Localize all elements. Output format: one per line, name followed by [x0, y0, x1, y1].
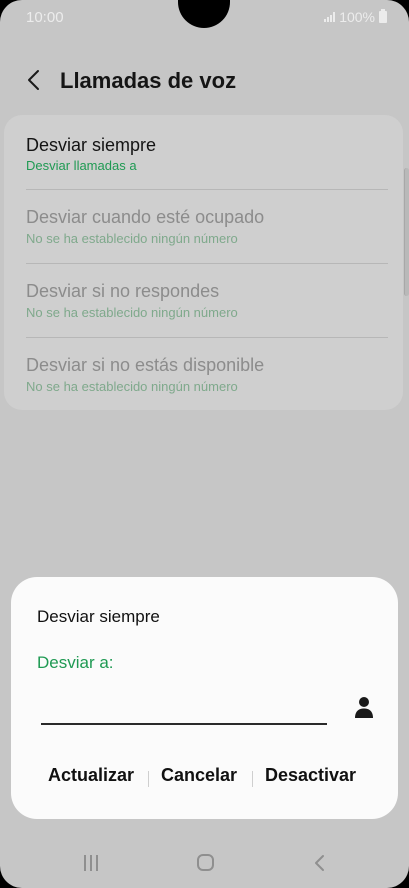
camera-notch: [178, 0, 230, 28]
divider: [26, 263, 388, 264]
home-icon[interactable]: [197, 854, 214, 871]
status-time: 10:00: [26, 9, 64, 26]
item-title: Desviar siempre: [26, 135, 157, 155]
item-subtitle: No se ha establecido ningún número: [26, 379, 238, 394]
item-title: Desviar si no estás disponible: [26, 355, 265, 375]
forward-options-list: Desviar siempre Desviar llamadas a Desvi…: [4, 115, 403, 410]
chevron-left-icon[interactable]: [24, 68, 46, 92]
scrollbar[interactable]: [404, 168, 409, 296]
update-button[interactable]: Actualizar: [48, 765, 134, 786]
item-title: Desviar si no respondes: [26, 281, 220, 301]
signal-icon: [324, 12, 336, 22]
dialog-title: Desviar siempre: [37, 607, 160, 626]
cancel-button[interactable]: Cancelar: [161, 765, 237, 786]
forward-to-label: Desviar a:: [37, 653, 114, 672]
button-separator: [148, 771, 149, 787]
battery-percent: 100%: [339, 9, 375, 25]
button-separator: [252, 771, 253, 787]
battery-icon: [379, 9, 387, 23]
item-title: Desviar cuando esté ocupado: [26, 207, 265, 227]
status-bar: 10:00 100%: [0, 0, 409, 34]
list-item-forward-unreachable[interactable]: Desviar si no estás disponible No se ha …: [26, 349, 392, 423]
deactivate-button[interactable]: Desactivar: [265, 765, 356, 786]
forward-always-dialog: Desviar siempre Desviar a: Actualizar Ca…: [11, 577, 398, 819]
person-icon[interactable]: [354, 696, 374, 720]
item-subtitle: Desviar llamadas a: [26, 158, 137, 173]
list-item-forward-always[interactable]: Desviar siempre Desviar llamadas a: [26, 129, 392, 203]
status-indicators: 100%: [324, 9, 387, 25]
phone-screen: 10:00 100% Llamadas de voz Desviar siemp…: [0, 0, 409, 888]
back-icon[interactable]: [313, 854, 327, 872]
app-header: Llamadas de voz: [0, 58, 409, 104]
page-title: Llamadas de voz: [60, 68, 237, 93]
forward-number-input[interactable]: [41, 689, 327, 725]
item-subtitle: No se ha establecido ningún número: [26, 231, 238, 246]
recents-icon[interactable]: [84, 855, 100, 871]
dialog-buttons: Actualizar Cancelar Desactivar: [11, 765, 398, 793]
divider: [26, 337, 388, 338]
divider: [26, 189, 388, 190]
navigation-bar: [0, 840, 409, 888]
item-subtitle: No se ha establecido ningún número: [26, 305, 238, 320]
